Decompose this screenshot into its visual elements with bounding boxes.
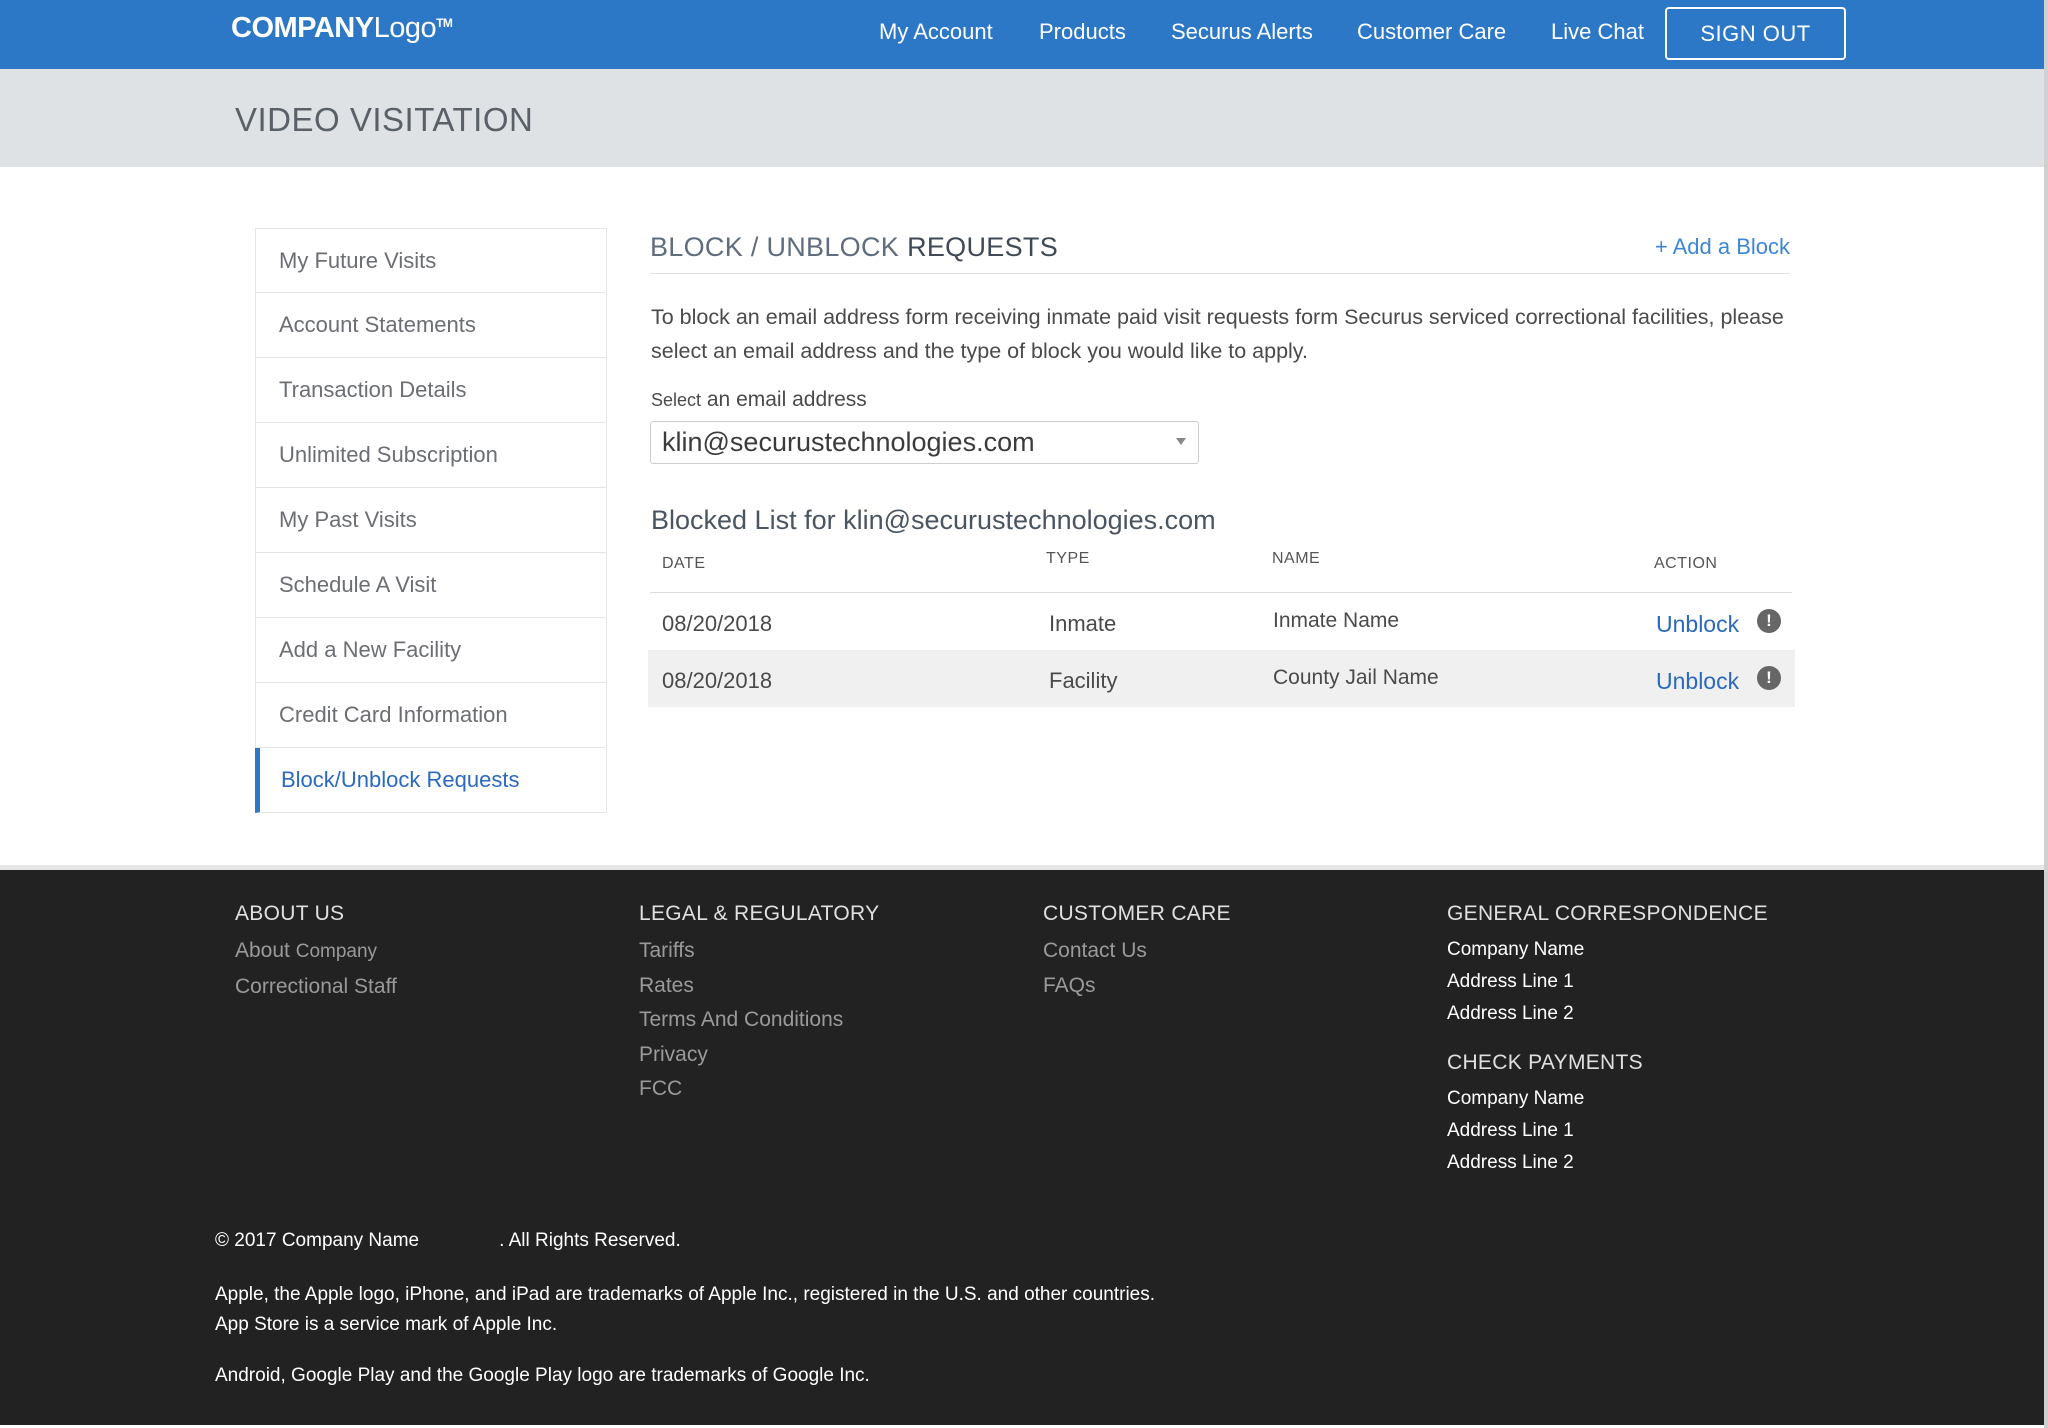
payments-company-name: Company Name — [1447, 1088, 1585, 1109]
sidebar-item-my-future-visits[interactable]: My Future Visits — [255, 228, 607, 293]
logo-bold-text: COMPANY — [231, 12, 374, 44]
footer-payments-heading: CHECK PAYMENTS — [1447, 1051, 1643, 1074]
alert-icon[interactable]: ! — [1757, 666, 1781, 690]
copyright-prefix: © 2017 — [215, 1230, 277, 1251]
sidebar-menu: My Future Visits Account Statements Tran… — [255, 228, 607, 813]
section-title-dark: REQUESTS — [907, 232, 1059, 262]
page-title: VIDEO VISITATION — [235, 101, 534, 138]
payments-address-line-2: Address Line 2 — [1447, 1152, 1574, 1173]
sign-out-button[interactable]: SIGN OUT — [1665, 7, 1846, 60]
footer: ABOUT US About Company Correctional Staf… — [0, 870, 2044, 1425]
email-select-value: klin@securustechnologies.com — [662, 427, 1035, 457]
row-name: Inmate Name — [1273, 609, 1400, 632]
nav-my-account[interactable]: My Account — [879, 19, 993, 45]
column-header-date: DATE — [662, 555, 706, 572]
section-title: BLOCK / UNBLOCK REQUESTS — [650, 232, 1058, 263]
sidebar-item-unlimited-subscription[interactable]: Unlimited Subscription — [255, 423, 607, 488]
table-row: 08/20/2018 Inmate Inmate Name Unblock ! — [648, 593, 1795, 650]
copyright-suffix: . All Rights Reserved. — [499, 1230, 681, 1251]
section-divider — [650, 273, 1790, 274]
footer-about-column: ABOUT US About Company Correctional Staf… — [235, 902, 397, 1004]
row-type: Facility — [1049, 668, 1118, 693]
email-select-label-rest: an email address — [706, 388, 867, 411]
company-logo[interactable]: COMPANYLogoTM — [231, 12, 453, 45]
sidebar-item-add-new-facility[interactable]: Add a New Facility — [255, 618, 607, 683]
nav-securus-alerts[interactable]: Securus Alerts — [1171, 19, 1313, 45]
unblock-button[interactable]: Unblock — [1656, 611, 1739, 638]
footer-link-company-text: Company — [295, 941, 378, 962]
footer-link-terms[interactable]: Terms And Conditions — [639, 1003, 879, 1038]
email-select-label-prefix: Select — [651, 390, 702, 410]
row-date: 08/20/2018 — [662, 611, 773, 636]
sidebar-item-block-unblock-requests[interactable]: Block/Unblock Requests — [255, 748, 607, 813]
alert-icon[interactable]: ! — [1757, 609, 1781, 633]
payments-address-line-1: Address Line 1 — [1447, 1120, 1574, 1141]
email-select-label: Select an email address — [651, 388, 867, 412]
sidebar-item-schedule-a-visit[interactable]: Schedule A Visit — [255, 553, 607, 618]
sidebar-item-my-past-visits[interactable]: My Past Visits — [255, 488, 607, 553]
sidebar-item-account-statements[interactable]: Account Statements — [255, 293, 607, 358]
footer-link-about-company[interactable]: About Company — [235, 934, 397, 970]
dropdown-caret-icon — [1176, 438, 1186, 445]
footer-care-column: CUSTOMER CARE Contact Us FAQs — [1043, 902, 1231, 1003]
copyright-company: Company Name — [281, 1230, 420, 1251]
logo-light-text: Logo — [373, 12, 437, 44]
footer-link-privacy[interactable]: Privacy — [639, 1038, 879, 1073]
footer-link-faqs[interactable]: FAQs — [1043, 969, 1231, 1004]
correspondence-address-line-1: Address Line 1 — [1447, 971, 1574, 992]
nav-customer-care[interactable]: Customer Care — [1357, 19, 1506, 45]
android-trademark-line: Android, Google Play and the Google Play… — [215, 1365, 870, 1386]
correspondence-address-line-2: Address Line 2 — [1447, 1003, 1574, 1024]
add-block-link[interactable]: + Add a Block — [1655, 234, 1790, 260]
footer-legal-column: LEGAL & REGULATORY Tariffs Rates Terms A… — [639, 902, 879, 1107]
nav-live-chat[interactable]: Live Chat — [1551, 19, 1644, 45]
footer-link-about-text: About — [235, 939, 290, 962]
column-header-name: NAME — [1272, 550, 1321, 567]
footer-link-fcc[interactable]: FCC — [639, 1072, 879, 1107]
table-row: 08/20/2018 Facility County Jail Name Unb… — [648, 650, 1795, 707]
sidebar-item-transaction-details[interactable]: Transaction Details — [255, 358, 607, 423]
apple-trademark-line-1: Apple, the Apple logo, iPhone, and iPad … — [215, 1284, 1156, 1305]
column-header-type: TYPE — [1046, 550, 1090, 567]
intro-text: To block an email address form receiving… — [651, 305, 1784, 363]
window-edge — [2044, 0, 2048, 1428]
row-date: 08/20/2018 — [662, 668, 773, 693]
sidebar-item-credit-card-information[interactable]: Credit Card Information — [255, 683, 607, 748]
correspondence-company-name: Company Name — [1447, 939, 1585, 960]
top-nav-bar: COMPANYLogoTM My Account Products Securu… — [0, 0, 2048, 69]
footer-link-rates[interactable]: Rates — [639, 969, 879, 1004]
footer-link-contact-us[interactable]: Contact Us — [1043, 934, 1231, 969]
apple-trademark-line-2: App Store is a service mark of Apple Inc… — [215, 1314, 558, 1335]
page-title-bar: VIDEO VISITATION — [0, 69, 2048, 167]
footer-about-heading: ABOUT US — [235, 902, 345, 925]
logo-trademark: TM — [436, 16, 453, 30]
footer-care-heading: CUSTOMER CARE — [1043, 902, 1231, 925]
section-title-light: BLOCK / UNBLOCK — [650, 232, 900, 262]
blocked-list-title: Blocked List for klin@securustechnologie… — [651, 505, 1216, 535]
footer-link-tariffs[interactable]: Tariffs — [639, 934, 879, 969]
footer-correspondence-heading: GENERAL CORRESPONDENCE — [1447, 902, 1768, 925]
copyright-notice: © 2017 Company Name . All Rights Reserved… — [215, 1230, 681, 1252]
footer-correspondence-column: GENERAL CORRESPONDENCE Company Name Addr… — [1447, 902, 1768, 1179]
column-header-action: ACTION — [1654, 555, 1718, 572]
row-name: County Jail Name — [1273, 666, 1439, 689]
email-select-dropdown[interactable]: klin@securustechnologies.com — [650, 421, 1199, 464]
footer-legal-heading: LEGAL & REGULATORY — [639, 902, 880, 925]
unblock-button[interactable]: Unblock — [1656, 668, 1739, 695]
row-type: Inmate — [1049, 611, 1117, 636]
nav-products[interactable]: Products — [1039, 19, 1126, 45]
footer-link-correctional-staff[interactable]: Correctional Staff — [235, 970, 397, 1005]
